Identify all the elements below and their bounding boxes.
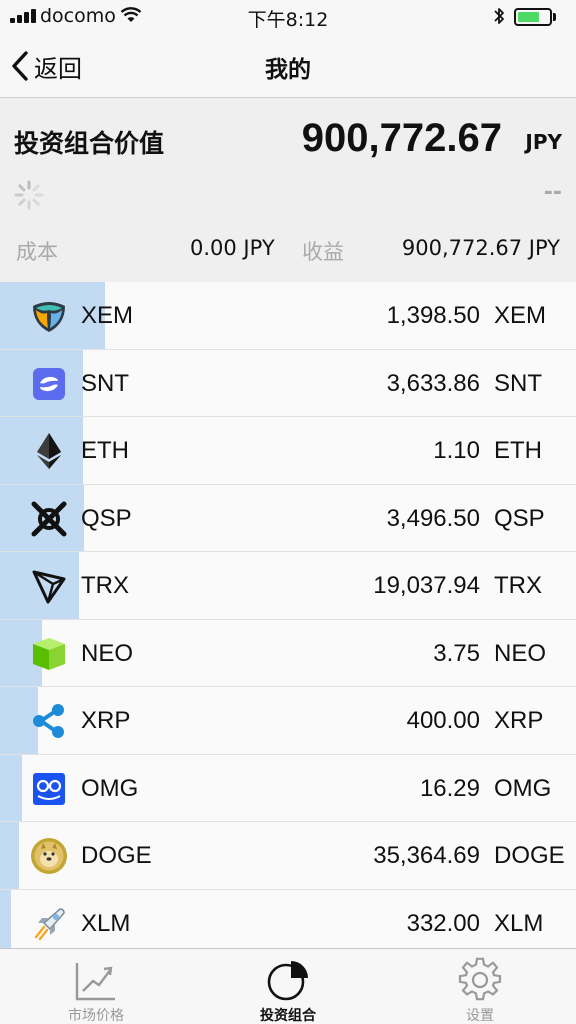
status-bar: docomo 下午8:12 bbox=[0, 0, 576, 32]
tab-label: 设置 bbox=[466, 1008, 494, 1024]
coin-symbol: ETH bbox=[81, 437, 129, 464]
coin-symbol: NEO bbox=[81, 639, 134, 667]
coin-amount: 3.75 bbox=[433, 639, 480, 667]
tab-label: 投资组合 bbox=[260, 1008, 316, 1024]
tron-icon bbox=[30, 567, 68, 605]
coin-unit: SNT bbox=[494, 369, 542, 397]
coin-list[interactable]: XEM 1,398.50 XEM SNT 3,633.86 SNT ETH 1.… bbox=[0, 282, 576, 948]
coin-amount: 400.00 bbox=[406, 707, 480, 734]
loading-spinner-icon bbox=[14, 180, 44, 210]
coin-row-neo[interactable]: NEO 3.75 NEO bbox=[0, 619, 576, 687]
portfolio-value-label: 投资组合价值 bbox=[14, 129, 165, 158]
coin-unit: XEM bbox=[494, 302, 547, 329]
coin-amount: 19,037.94 bbox=[373, 572, 480, 599]
ripple-icon bbox=[30, 702, 68, 740]
coin-symbol: DOGE bbox=[81, 842, 152, 869]
coin-amount: 332.00 bbox=[406, 909, 480, 937]
coin-row-eth[interactable]: ETH 1.10 ETH bbox=[0, 417, 576, 485]
coin-symbol: TRX bbox=[81, 572, 129, 599]
coin-unit: OMG bbox=[494, 774, 552, 802]
coin-row-omg[interactable]: OMG 16.29 OMG bbox=[0, 754, 576, 822]
share-bar bbox=[0, 822, 19, 889]
coin-symbol: XEM bbox=[81, 302, 134, 329]
coin-symbol: XLM bbox=[81, 909, 131, 937]
coin-unit: XLM bbox=[494, 909, 544, 937]
coin-unit: XRP bbox=[494, 707, 544, 734]
coin-amount: 1.10 bbox=[433, 437, 480, 464]
profit-value: 900,772.67 JPY bbox=[401, 236, 560, 260]
tab-portfolio[interactable]: 投资组合 bbox=[192, 949, 384, 1024]
share-bar bbox=[0, 754, 22, 821]
cost-value: 0.00 JPY bbox=[190, 236, 275, 260]
coin-row-snt[interactable]: SNT 3,633.86 SNT bbox=[0, 349, 576, 417]
bluetooth-icon bbox=[494, 8, 504, 24]
status-icon bbox=[30, 365, 68, 403]
navigation-bar: 返回 我的 bbox=[0, 32, 576, 98]
share-bar bbox=[0, 889, 11, 948]
gear-icon bbox=[458, 957, 502, 1001]
coin-amount: 3,496.50 bbox=[386, 504, 480, 532]
coin-unit: DOGE bbox=[494, 842, 565, 869]
coin-symbol: QSP bbox=[81, 504, 132, 532]
portfolio-value: 900,772.67 bbox=[301, 116, 502, 160]
battery-icon bbox=[514, 8, 552, 26]
neo-icon bbox=[30, 635, 68, 673]
coin-row-qsp[interactable]: QSP 3,496.50 QSP bbox=[0, 484, 576, 552]
nem-icon bbox=[30, 297, 68, 335]
coin-unit: NEO bbox=[494, 639, 547, 667]
coin-row-xlm[interactable]: XLM 332.00 XLM bbox=[0, 889, 576, 948]
profit-label: 收益 bbox=[302, 240, 344, 264]
coin-amount: 35,364.69 bbox=[373, 842, 480, 869]
coin-symbol: OMG bbox=[81, 774, 139, 802]
tab-label: 市场价格 bbox=[68, 1008, 124, 1024]
change-placeholder: -- bbox=[543, 180, 562, 205]
stellar-rocket-icon bbox=[30, 905, 68, 943]
trend-chart-icon bbox=[75, 963, 115, 1001]
coin-row-xem[interactable]: XEM 1,398.50 XEM bbox=[0, 282, 576, 350]
coin-unit: TRX bbox=[494, 572, 542, 599]
coin-unit: QSP bbox=[494, 504, 545, 532]
coin-row-xrp[interactable]: XRP 400.00 XRP bbox=[0, 687, 576, 755]
coin-row-trx[interactable]: TRX 19,037.94 TRX bbox=[0, 552, 576, 620]
coin-symbol: XRP bbox=[81, 707, 131, 734]
cost-label: 成本 bbox=[16, 240, 58, 264]
coin-row-doge[interactable]: DOGE 35,364.69 DOGE bbox=[0, 822, 576, 890]
portfolio-summary: 投资组合价值 900,772.67 JPY -- 成本 0.00 JPY 收益 … bbox=[0, 98, 576, 282]
portfolio-currency: JPY bbox=[525, 130, 562, 154]
pie-chart-icon bbox=[267, 961, 308, 1001]
tab-settings[interactable]: 设置 bbox=[384, 949, 576, 1024]
coin-amount: 1,398.50 bbox=[386, 302, 480, 329]
quantstamp-icon bbox=[30, 500, 68, 538]
status-time: 下午8:12 bbox=[247, 9, 329, 31]
page-title: 我的 bbox=[265, 57, 311, 83]
coin-symbol: SNT bbox=[81, 369, 129, 397]
coin-unit: ETH bbox=[494, 437, 542, 464]
tab-market-prices[interactable]: 市场价格 bbox=[0, 949, 192, 1024]
dogecoin-icon bbox=[30, 837, 68, 875]
ethereum-icon bbox=[30, 432, 68, 470]
coin-amount: 3,633.86 bbox=[386, 369, 480, 397]
coin-amount: 16.29 bbox=[419, 774, 480, 802]
omisego-icon bbox=[30, 770, 68, 808]
tab-bar: 市场价格 投资组合 设置 bbox=[0, 948, 576, 1024]
